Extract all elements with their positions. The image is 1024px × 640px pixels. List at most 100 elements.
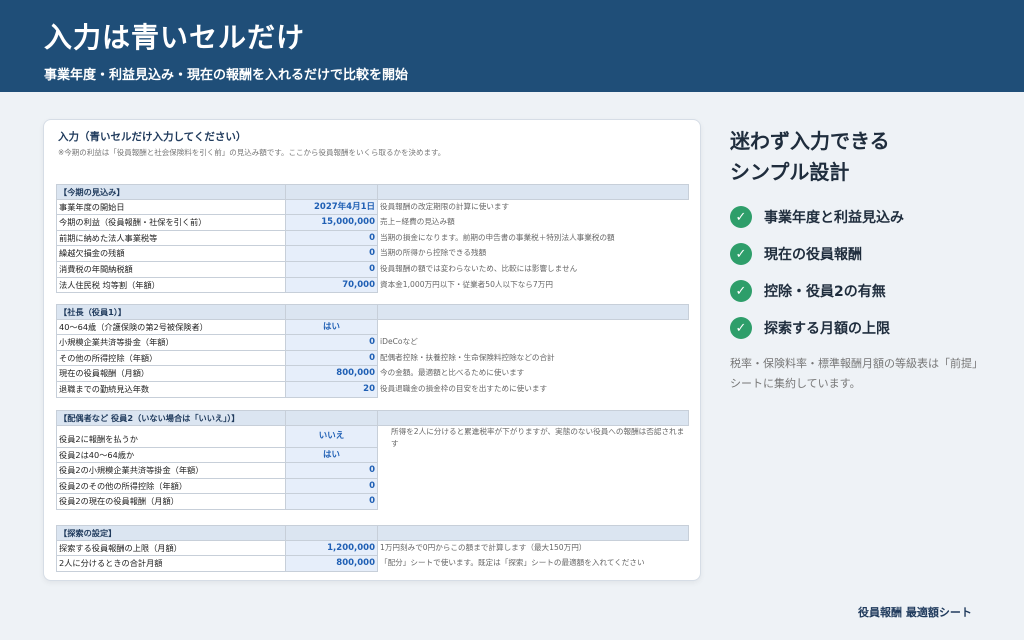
check-icon: ✓ (730, 280, 752, 302)
row-label: 2人に分けるときの合計月額 (56, 556, 286, 572)
heading-note-cell (378, 184, 689, 200)
table-row: 探索する役員報酬の上限（月額） 1,200,000 1万円刻みで0円からこの額ま… (56, 540, 689, 557)
table-row: 消費税の年間納税額 0 役員報酬の額では変わらないため、比較には影響しません (56, 261, 689, 278)
table-row: 事業年度の開始日 2027年4月1日 役員報酬の改定期限の計算に使います (56, 199, 689, 216)
heading-value-cell (286, 184, 378, 200)
row-note: 配偶者控除・扶養控除・生命保険料控除などの合計 (380, 352, 555, 362)
age-40-64-select[interactable]: はい (286, 319, 378, 336)
current-salary-input[interactable]: 800,000 (286, 366, 378, 382)
table-row: 退職までの勤続見込年数 20 役員退職金の損金枠の目安を出すために使います (56, 381, 689, 398)
section-president: 【社長（役員1）】 40〜64歳（介護保険の第2号被保険者） はい 小規模企業共… (56, 304, 689, 398)
table-row: 役員2のその他の所得控除（年額） 0 (56, 478, 689, 495)
row-note: 「配分」シートで使います。既定は「探索」シートの最適額を入れてください (380, 558, 645, 568)
resident-tax-input[interactable]: 70,000 (286, 277, 378, 294)
row-note: 役員報酬の改定期限の計算に使います (380, 201, 510, 211)
section-officer2: 【配偶者など 役員2（いない場合は「いいえ」）】 役員2に報酬を払うか いいえ … (56, 410, 689, 510)
prior-business-tax-input[interactable]: 0 (286, 230, 378, 247)
section-heading-row: 【今期の見込み】 (56, 184, 689, 200)
officer2-mutual-input[interactable]: 0 (286, 463, 378, 479)
feature-label: 現在の役員報酬 (764, 247, 862, 263)
side-title-line1: 迷わず入力できる (730, 129, 890, 153)
section-heading: 【配偶者など 役員2（いない場合は「いいえ」）】 (56, 410, 286, 426)
table-row: 40〜64歳（介護保険の第2号被保険者） はい (56, 319, 689, 336)
heading-value-cell (286, 410, 378, 426)
side-title-line2: シンプル設計 (730, 160, 850, 184)
feature-item: ✓ 現在の役員報酬 (730, 242, 862, 266)
section-heading: 【社長（役員1）】 (56, 304, 286, 320)
sheet-note: ※今期の利益は「役員報酬と社会保険料を引く前」の見込み額です。ここから役員報酬を… (58, 148, 446, 157)
row-note: 役員報酬の額では変わらないため、比較には影響しません (380, 263, 578, 273)
feature-label: 控除・役員2の有無 (764, 284, 886, 300)
row-note (378, 479, 689, 495)
officer2-deductions-input[interactable]: 0 (286, 478, 378, 495)
row-note: 当期の所得から控除できる残額 (380, 248, 487, 258)
row-label: 役員2に報酬を払うか (56, 425, 286, 448)
section-heading-row: 【配偶者など 役員2（いない場合は「いいえ」）】 (56, 410, 689, 426)
row-note: 当期の損金になります。前期の申告書の事業税＋特別法人事業税の額 (380, 232, 615, 242)
row-label: 繰越欠損金の残額 (56, 246, 286, 262)
check-icon: ✓ (730, 243, 752, 265)
row-note: iDeCoなど (380, 337, 418, 347)
check-icon: ✓ (730, 206, 752, 228)
service-years-input[interactable]: 20 (286, 381, 378, 398)
feature-item: ✓ 控除・役員2の有無 (730, 279, 886, 303)
row-label: 探索する役員報酬の上限（月額） (56, 540, 286, 557)
header-banner: 入力は青いセルだけ 事業年度・利益見込み・現在の報酬を入れるだけで比較を開始 (0, 0, 1024, 92)
section-heading: 【探索の設定】 (56, 525, 286, 541)
row-label: 事業年度の開始日 (56, 199, 286, 216)
table-row: 前期に納めた法人事業税等 0 当期の損金になります。前期の申告書の事業税＋特別法… (56, 230, 689, 247)
split-total-input[interactable]: 800,000 (286, 556, 378, 572)
feature-item: ✓ 事業年度と利益見込み (730, 205, 904, 229)
table-row: その他の所得控除（年額） 0 配偶者控除・扶養控除・生命保険料控除などの合計 (56, 350, 689, 367)
table-row: 小規模企業共済等掛金（年額） 0 iDeCoなど (56, 335, 689, 351)
table-row: 役員2の小規模企業共済等掛金（年額） 0 (56, 463, 689, 479)
section-heading: 【今期の見込み】 (56, 184, 286, 200)
profit-input[interactable]: 15,000,000 (286, 215, 378, 231)
row-label: 前期に納めた法人事業税等 (56, 230, 286, 247)
small-business-mutual-input[interactable]: 0 (286, 335, 378, 351)
row-label: 役員2の小規模企業共済等掛金（年額） (56, 463, 286, 479)
heading-value-cell (286, 304, 378, 320)
row-label: 法人住民税 均等割（年額） (56, 277, 286, 294)
page-title: 入力は青いセルだけ (44, 21, 306, 54)
sheet-title: 入力（青いセルだけ入力してください） (58, 131, 247, 143)
row-note: 役員退職金の損金枠の目安を出すために使います (380, 383, 548, 393)
table-row: 現在の役員報酬（月額） 800,000 今の金額。最適額と比べるために使います (56, 366, 689, 382)
officer2-salary-input[interactable]: 0 (286, 494, 378, 510)
input-sheet-preview: 入力（青いセルだけ入力してください） ※今期の利益は「役員報酬と社会保険料を引く… (43, 119, 701, 581)
row-label: 役員2の現在の役員報酬（月額） (56, 494, 286, 510)
heading-note-cell (378, 304, 689, 320)
officer2-pay-select[interactable]: いいえ (286, 425, 378, 448)
row-note: 1万円刻みで0円からこの額まで計算します（最大150万円） (380, 542, 587, 552)
row-label: 退職までの勤続見込年数 (56, 381, 286, 398)
table-row: 2人に分けるときの合計月額 800,000 「配分」シートで使います。既定は「探… (56, 556, 689, 572)
page-subtitle: 事業年度・利益見込み・現在の報酬を入れるだけで比較を開始 (44, 68, 409, 83)
heading-value-cell (286, 525, 378, 541)
row-label: 今期の利益（役員報酬・社保を引く前） (56, 215, 286, 231)
heading-note-cell (378, 525, 689, 541)
side-title: 迷わず入力できる シンプル設計 (730, 126, 890, 188)
row-label: 消費税の年間納税額 (56, 261, 286, 278)
row-note: 今の金額。最適額と比べるために使います (380, 368, 525, 378)
row-label: 役員2は40〜64歳か (56, 447, 286, 464)
check-icon: ✓ (730, 317, 752, 339)
section-search-settings: 【探索の設定】 探索する役員報酬の上限（月額） 1,200,000 1万円刻みで… (56, 525, 689, 572)
row-label: その他の所得控除（年額） (56, 350, 286, 367)
feature-label: 探索する月額の上限 (764, 321, 890, 337)
table-row: 繰越欠損金の残額 0 当期の所得から控除できる残額 (56, 246, 689, 262)
row-label: 現在の役員報酬（月額） (56, 366, 286, 382)
fiscal-start-input[interactable]: 2027年4月1日 (286, 199, 378, 216)
table-row: 法人住民税 均等割（年額） 70,000 資本金1,000万円以下・従業者50人… (56, 277, 689, 294)
row-note (378, 494, 689, 510)
row-label: 40〜64歳（介護保険の第2号被保険者） (56, 319, 286, 336)
row-label: 小規模企業共済等掛金（年額） (56, 335, 286, 351)
loss-carryforward-input[interactable]: 0 (286, 246, 378, 262)
consumption-tax-input[interactable]: 0 (286, 261, 378, 278)
section-heading-row: 【探索の設定】 (56, 525, 689, 541)
other-deductions-input[interactable]: 0 (286, 350, 378, 367)
section-heading-row: 【社長（役員1）】 (56, 304, 689, 320)
search-max-input[interactable]: 1,200,000 (286, 540, 378, 557)
row-note: 資本金1,000万円以下・従業者50人以下なら7万円 (380, 279, 553, 289)
officer2-age-select[interactable]: はい (286, 447, 378, 464)
table-row: 今期の利益（役員報酬・社保を引く前） 15,000,000 売上−経費の見込み額 (56, 215, 689, 231)
